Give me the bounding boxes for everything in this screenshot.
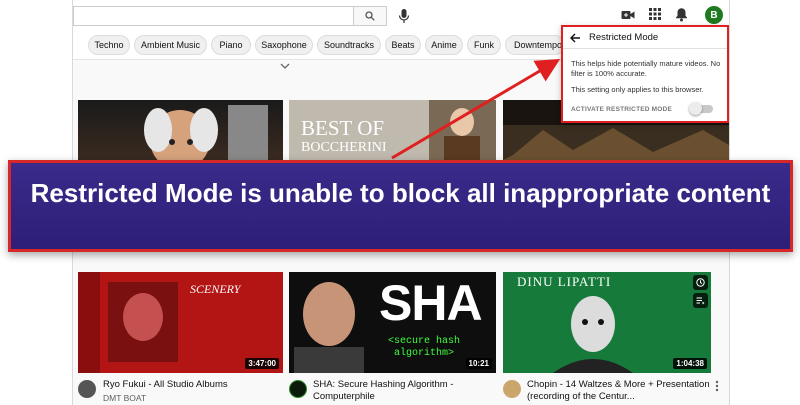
- channel-avatar-chopin[interactable]: [503, 380, 521, 398]
- video-duration: 10:21: [465, 358, 492, 369]
- account-avatar[interactable]: B: [705, 6, 723, 24]
- activate-restricted-mode-label: ACTIVATE RESTRICTED MODE: [571, 106, 672, 113]
- search-button[interactable]: [353, 6, 387, 26]
- video-duration: 1:04:38: [673, 358, 707, 369]
- watch-later-button[interactable]: [693, 275, 708, 290]
- video-thumbnail-1[interactable]: [78, 100, 283, 160]
- chip-anime[interactable]: Anime: [425, 35, 463, 55]
- video-thumbnail-2[interactable]: BEST OF BOCCHERINI: [289, 100, 496, 160]
- restricted-mode-header: Restricted Mode: [563, 27, 727, 49]
- channel-avatar-computerphile[interactable]: [289, 380, 307, 398]
- add-to-queue-button[interactable]: [693, 293, 708, 308]
- video-title[interactable]: Ryo Fukui - All Studio Albums: [103, 379, 273, 391]
- chip-beats[interactable]: Beats: [385, 35, 421, 55]
- video-thumbnail-ryo-fukui[interactable]: SCENERY 3:47:00: [78, 272, 283, 373]
- channel-avatar-dmt-boat[interactable]: [78, 380, 96, 398]
- queue-icon: [696, 297, 705, 305]
- search-icon: [365, 11, 375, 21]
- chip-soundtracks[interactable]: Soundtracks: [317, 35, 381, 55]
- clock-icon: [696, 278, 705, 287]
- thumbnail-text-boccherini: BOCCHERINI: [301, 140, 387, 155]
- create-video-icon[interactable]: [621, 9, 635, 21]
- chip-techno[interactable]: Techno: [88, 35, 130, 55]
- apps-grid-icon[interactable]: [649, 8, 661, 20]
- search-input[interactable]: [74, 8, 353, 26]
- restricted-mode-description: This helps hide potentially mature video…: [571, 59, 721, 78]
- search-box[interactable]: [73, 6, 353, 26]
- presenter-art: [294, 282, 364, 373]
- thumbnail-art: [144, 105, 268, 160]
- restricted-mode-title: Restricted Mode: [589, 32, 659, 43]
- video-title[interactable]: SHA: Secure Hashing Algorithm - Computer…: [313, 379, 493, 403]
- thumbnail-text-dinu-lipatti: DINU LIPATTI: [517, 274, 612, 289]
- thumbnail-text-best-of: BEST OF: [301, 116, 385, 140]
- video-duration: 3:47:00: [245, 358, 279, 369]
- restricted-mode-browser-note: This setting only applies to this browse…: [571, 85, 704, 94]
- chip-piano[interactable]: Piano: [211, 35, 251, 55]
- video-thumbnail-chopin[interactable]: DINU LIPATTI 1:04:38: [503, 272, 711, 373]
- video-channel-name[interactable]: DMT BOAT: [103, 393, 146, 403]
- thumbnail-caption-secure-hash: <secure hash algorithm>: [387, 336, 460, 359]
- thumbnail-text-sha: SHA: [379, 275, 483, 331]
- chevron-down-icon[interactable]: [280, 62, 290, 70]
- notifications-bell-icon[interactable]: [675, 7, 688, 22]
- portrait-art: [429, 100, 496, 160]
- chip-saxophone[interactable]: Saxophone: [255, 35, 313, 55]
- video-title[interactable]: Chopin - 14 Waltzes & More + Presentatio…: [527, 379, 712, 403]
- chip-downtempo[interactable]: Downtempo: [505, 35, 565, 55]
- chip-funk[interactable]: Funk: [467, 35, 501, 55]
- microphone-icon[interactable]: [397, 8, 411, 24]
- more-options-icon[interactable]: [715, 380, 719, 392]
- video-thumbnail-sha[interactable]: SHA <secure hash algorithm> 10:21: [289, 272, 496, 373]
- annotation-banner: Restricted Mode is unable to block all i…: [8, 160, 793, 252]
- chip-ambient-music[interactable]: Ambient Music: [134, 35, 207, 55]
- back-arrow-icon[interactable]: [569, 32, 581, 44]
- thumbnail-text-scenery: SCENERY: [190, 282, 241, 296]
- restricted-mode-toggle-knob[interactable]: [689, 102, 702, 115]
- restricted-mode-panel: Restricted Mode This helps hide potentia…: [561, 25, 729, 123]
- banner-headline: Restricted Mode is unable to block all i…: [30, 178, 771, 208]
- portrait-art: [553, 296, 633, 373]
